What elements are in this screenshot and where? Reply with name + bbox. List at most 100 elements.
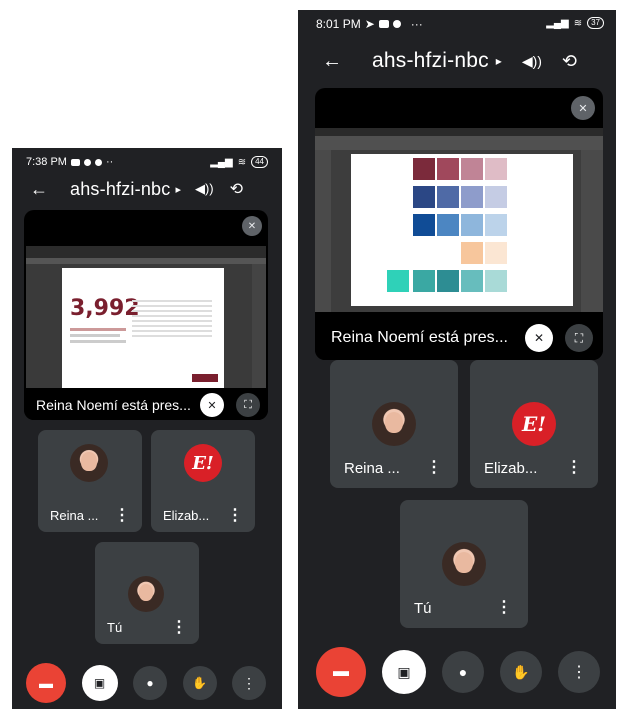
more-options-icon[interactable]: ⋮ bbox=[566, 460, 582, 476]
avatar bbox=[128, 576, 164, 612]
color-swatch bbox=[485, 242, 507, 264]
participant-tile-self[interactable]: Tú ⋮ bbox=[400, 500, 528, 628]
camera-off-icon[interactable]: ▣ bbox=[81, 665, 118, 701]
participant-tile[interactable]: Reina ... ⋮ bbox=[330, 360, 458, 488]
doc-text-line bbox=[70, 340, 126, 343]
shared-document: 3,992 bbox=[62, 268, 224, 388]
presenting-label-bar: Reina Noemí está pres... ✕ ⛶ bbox=[315, 316, 603, 360]
doc-text-line bbox=[70, 328, 126, 331]
back-arrow-icon[interactable]: ← bbox=[322, 50, 342, 73]
more-options-icon[interactable]: ⋮ bbox=[227, 508, 243, 524]
camera-off-icon[interactable]: ▣ bbox=[382, 650, 426, 694]
doc-text-line bbox=[70, 334, 120, 337]
telegram-icon: ➤ bbox=[364, 17, 375, 31]
meeting-code-title[interactable]: ahs-hfzi-nbc bbox=[70, 179, 170, 200]
color-swatch bbox=[461, 158, 483, 180]
hang-up-icon[interactable]: ▬ bbox=[26, 663, 66, 703]
chevron-right-icon[interactable]: ▸ bbox=[175, 183, 181, 196]
back-arrow-icon[interactable]: ← bbox=[30, 179, 48, 200]
more-options-icon[interactable]: ⋮ bbox=[232, 666, 266, 700]
pinterest-icon bbox=[94, 158, 102, 166]
participant-tile[interactable]: E! Elizab... ⋮ bbox=[151, 430, 255, 532]
presenting-label: Reina Noemí está pres... bbox=[331, 329, 508, 346]
more-options-icon[interactable]: ⋮ bbox=[558, 651, 600, 693]
status-bar-left: 7:38 PM ·· bbox=[26, 156, 113, 168]
fullscreen-icon[interactable]: ⛶ bbox=[236, 393, 260, 417]
participant-tile[interactable]: E! Elizab... ⋮ bbox=[470, 360, 598, 488]
more-options-icon[interactable]: ⋮ bbox=[171, 620, 187, 636]
more-options-icon[interactable]: ⋮ bbox=[114, 508, 130, 524]
mic-off-icon: ✕ bbox=[242, 216, 262, 236]
avatar bbox=[70, 444, 108, 482]
video-app-icon bbox=[378, 20, 389, 28]
shared-screen bbox=[315, 128, 603, 312]
avatar bbox=[372, 402, 416, 446]
presentation-card[interactable]: ✕ Reina Noemí está pres... ✕ ⛶ bbox=[315, 88, 603, 360]
presentation-card[interactable]: ✕ 3,992 Reina Noemí está pres... ✕ ⛶ bbox=[24, 210, 268, 420]
switch-camera-icon[interactable]: ⟲ bbox=[230, 179, 243, 199]
mic-off-icon: ✕ bbox=[571, 96, 595, 120]
doc-paragraph bbox=[132, 300, 212, 340]
microphone-icon[interactable]: ● bbox=[133, 666, 167, 700]
battery-indicator: 37 bbox=[587, 17, 604, 29]
switch-camera-icon[interactable]: ⟲ bbox=[562, 51, 577, 72]
video-app-icon bbox=[70, 158, 80, 166]
participant-name: Elizab... bbox=[484, 460, 538, 477]
properties-panel bbox=[581, 150, 603, 312]
tools-panel bbox=[315, 150, 331, 312]
participant-logo: E! bbox=[512, 402, 556, 446]
signal-icon: ▂▄▆ bbox=[546, 17, 569, 29]
color-swatch bbox=[413, 270, 435, 292]
participant-tile[interactable]: Reina ... ⋮ bbox=[38, 430, 142, 532]
color-swatch bbox=[485, 186, 507, 208]
color-swatch bbox=[461, 242, 483, 264]
tiktok-icon bbox=[83, 158, 91, 166]
call-controls: ▬ ▣ ● ✋ ⋮ bbox=[316, 647, 600, 697]
wifi-icon: ≋ bbox=[237, 156, 247, 168]
app-toolbar bbox=[315, 136, 603, 150]
color-swatch bbox=[437, 270, 459, 292]
color-swatch bbox=[413, 186, 435, 208]
app-titlebar bbox=[315, 128, 603, 136]
participant-tile-self[interactable]: Tú ⋮ bbox=[95, 542, 199, 644]
participant-name: Tú bbox=[414, 600, 432, 617]
presenting-label: Reina Noemí está pres... bbox=[36, 397, 191, 413]
hang-up-icon[interactable]: ▬ bbox=[316, 647, 366, 697]
phone-screenshot-right: 8:01 PM ➤ ··· ▂▄▆ ≋ 37 ← ahs-hfzi-nbc ▸ … bbox=[298, 10, 616, 709]
color-swatch bbox=[485, 158, 507, 180]
speaker-icon[interactable]: ◀)) bbox=[522, 53, 542, 70]
status-bar-right: 8:01 PM ➤ ··· bbox=[316, 17, 423, 31]
status-dots: ··· bbox=[410, 17, 423, 31]
color-swatch bbox=[461, 270, 483, 292]
unpin-icon[interactable]: ✕ bbox=[200, 393, 224, 417]
color-swatch bbox=[485, 214, 507, 236]
system-status-left: ▂▄▆ ≋ 44 bbox=[210, 156, 268, 168]
raise-hand-icon[interactable]: ✋ bbox=[182, 666, 217, 700]
fullscreen-icon[interactable]: ⛶ bbox=[565, 324, 593, 352]
color-swatch bbox=[437, 214, 459, 236]
color-swatch bbox=[461, 214, 483, 236]
wifi-icon: ≋ bbox=[573, 17, 583, 29]
presenting-label-bar: Reina Noemí está pres... ✕ ⛶ bbox=[24, 390, 268, 420]
more-options-icon[interactable]: ⋮ bbox=[496, 600, 512, 616]
more-options-icon[interactable]: ⋮ bbox=[426, 460, 442, 476]
chevron-right-icon[interactable]: ▸ bbox=[496, 54, 502, 68]
meeting-code-title[interactable]: ahs-hfzi-nbc bbox=[372, 49, 489, 73]
unpin-icon[interactable]: ✕ bbox=[525, 324, 553, 352]
participant-name: Reina ... bbox=[50, 508, 99, 523]
document-number: 3,992 bbox=[70, 296, 140, 321]
avatar bbox=[442, 542, 486, 586]
participant-name: Elizab... bbox=[163, 508, 210, 523]
signal-icon: ▂▄▆ bbox=[210, 156, 233, 168]
doc-accent-bar bbox=[192, 374, 218, 382]
speaker-icon[interactable]: ◀)) bbox=[195, 181, 214, 197]
participant-name: Reina ... bbox=[344, 460, 400, 477]
microphone-icon[interactable]: ● bbox=[442, 651, 484, 693]
status-time: 8:01 PM bbox=[316, 17, 361, 31]
raise-hand-icon[interactable]: ✋ bbox=[500, 651, 542, 693]
color-swatch bbox=[437, 158, 459, 180]
shared-artboard bbox=[351, 154, 573, 306]
call-controls: ▬ ▣ ● ✋ ⋮ bbox=[26, 663, 266, 703]
system-status-right: ▂▄▆ ≋ 37 bbox=[546, 17, 604, 29]
color-swatch bbox=[437, 186, 459, 208]
